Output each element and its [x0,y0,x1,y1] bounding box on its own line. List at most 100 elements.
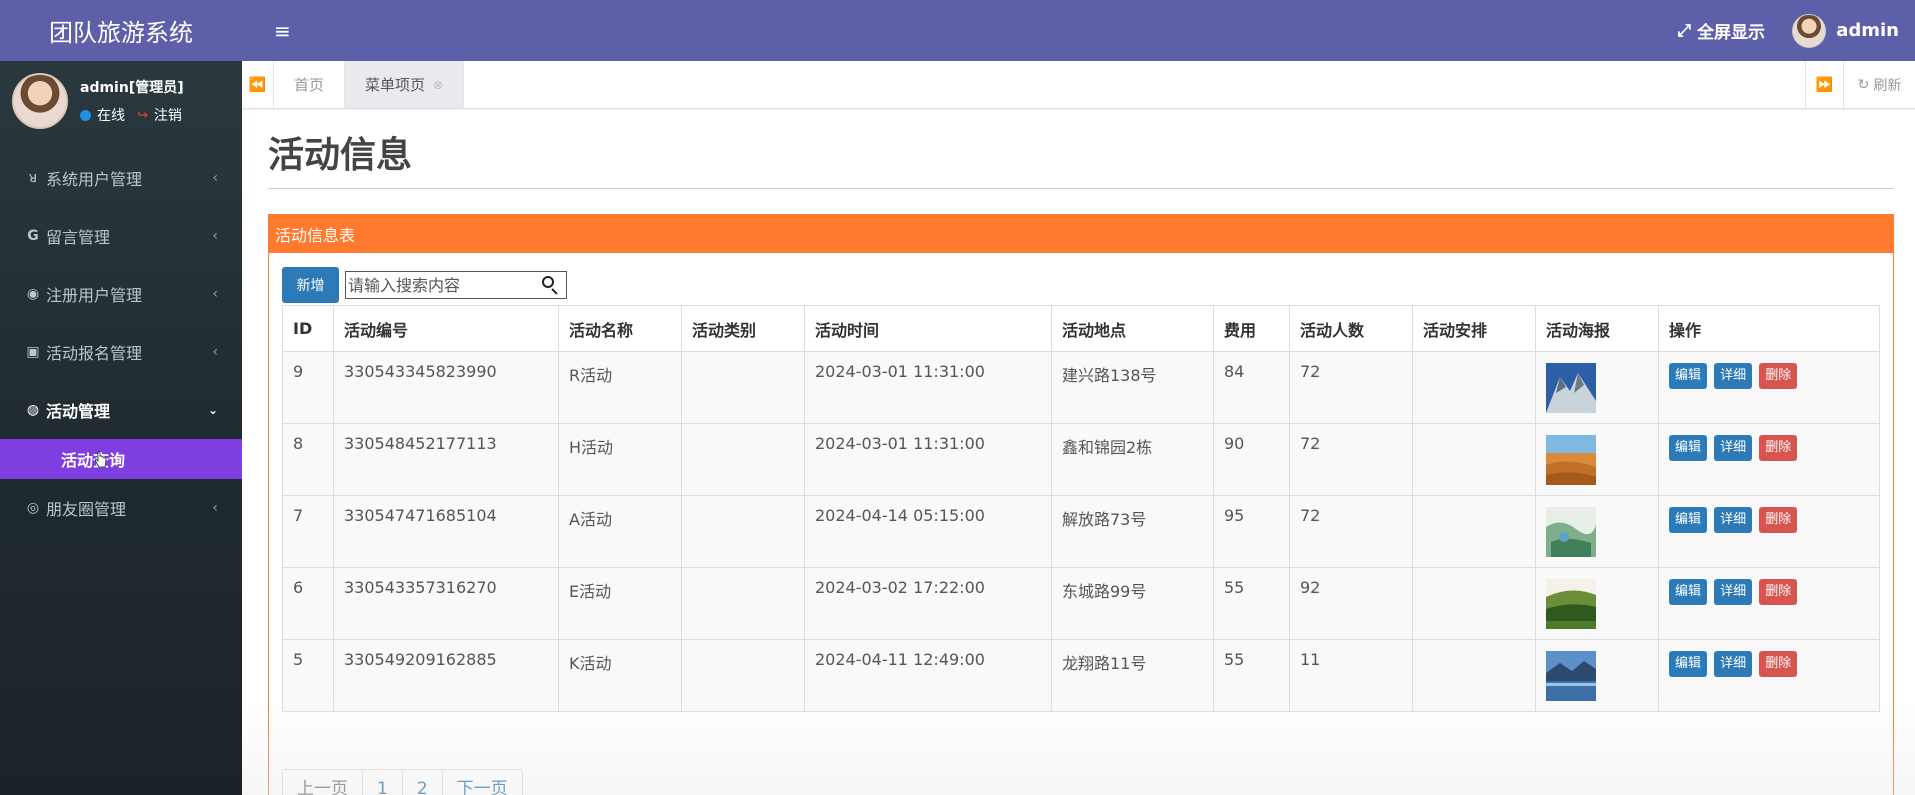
col-code[interactable]: 活动编号 [333,305,559,352]
cell-category [681,495,805,568]
tab-menu-page[interactable]: 菜单项页 ⊗ [345,61,465,108]
main-content: 活动信息 活动信息表 新增 ID 活动编号 活动名称 活动类别 活动时间 活动地… [242,110,1915,795]
page-button[interactable]: 2 [402,770,443,795]
col-arrangement[interactable]: 活动安排 [1412,305,1536,352]
page-button[interactable]: 1 [363,770,403,795]
detail-button[interactable]: 详细 [1714,507,1753,533]
cell-id: 7 [282,495,334,568]
tab-label: 菜单项页 [365,76,426,94]
user-panel: admin[管理员] 在线 ↪ 注销 [0,61,242,141]
top-user-menu[interactable]: admin [1792,13,1899,48]
cell-category [681,639,805,712]
prev-page-button[interactable]: 上一页 [283,770,363,795]
cell-id: 9 [282,351,334,424]
cell-time: 2024-03-02 17:22:00 [804,567,1052,640]
reddit-icon: ◉ [26,286,40,302]
detail-button[interactable]: 详细 [1714,579,1753,605]
cell-time: 2024-04-14 05:15:00 [804,495,1052,568]
cell-category [681,351,805,424]
top-user-name: admin [1836,20,1899,41]
edit-button[interactable]: 编辑 [1669,363,1708,389]
search-icon[interactable] [540,274,562,296]
cell-code: 330543357316270 [333,567,559,640]
chevron-left-icon: ‹ [212,500,218,516]
sidebar-item-activities[interactable]: ◍ 活动管理 ⌄ [0,381,242,439]
cell-name: H活动 [558,423,682,496]
dribbble-icon: ◎ [26,500,40,516]
sidebar-item-messages[interactable]: G 留言管理 ‹ [0,207,242,265]
fullscreen-label: 全屏显示 [1697,23,1765,43]
delete-button[interactable]: 删除 [1759,363,1798,389]
add-button[interactable]: 新增 [282,267,339,303]
detail-button[interactable]: 详细 [1714,651,1753,677]
avatar [12,73,68,129]
online-status: 在线 [97,108,125,124]
fullscreen-button[interactable]: ⤢ 全屏显示 [1677,18,1765,44]
col-id[interactable]: ID [282,305,334,352]
search-input[interactable] [348,275,538,295]
tab-home[interactable]: 首页 [274,61,346,108]
col-name[interactable]: 活动名称 [558,305,682,352]
col-poster[interactable]: 活动海报 [1535,305,1659,352]
poster-thumbnail[interactable] [1546,435,1596,485]
table-toolbar: 新增 [282,267,567,303]
sidebar-item-signups[interactable]: ▣ 活动报名管理 ‹ [0,323,242,381]
table-row: 6 330543357316270 E活动 2024-03-02 17:22:0… [282,567,1880,640]
sidebar-item-registered-users[interactable]: ◉ 注册用户管理 ‹ [0,265,242,323]
sidebar-item-moments[interactable]: ◎ 朋友圈管理 ‹ [0,479,242,537]
close-icon[interactable]: ⊗ [433,78,443,92]
cell-people: 72 [1289,351,1413,424]
delete-button[interactable]: 删除 [1759,507,1798,533]
compass-icon: ◍ [26,402,40,418]
col-time[interactable]: 活动时间 [804,305,1052,352]
cell-arrangement [1412,567,1536,640]
cell-code: 330549209162885 [333,639,559,712]
pagination: 上一页 1 2 下一页 [282,769,523,795]
table-row: 5 330549209162885 K活动 2024-04-11 12:49:0… [282,639,1880,712]
delete-button[interactable]: 删除 [1759,579,1798,605]
poster-thumbnail[interactable] [1546,363,1596,413]
cell-time: 2024-04-11 12:49:00 [804,639,1052,712]
col-fee[interactable]: 费用 [1213,305,1290,352]
detail-button[interactable]: 详细 [1714,435,1753,461]
cell-arrangement [1412,423,1536,496]
col-people[interactable]: 活动人数 [1289,305,1413,352]
next-page-button[interactable]: 下一页 [442,770,522,795]
cell-poster [1535,567,1659,640]
sidebar-subitem-activity-query[interactable]: 活动查询 [0,439,242,479]
cell-actions: 编辑 详细 删除 [1658,423,1880,496]
poster-thumbnail[interactable] [1546,651,1596,701]
tabs-scroll-right-button[interactable]: ⏩ [1805,61,1843,109]
hand-cursor-icon [95,451,107,468]
page-title: 活动信息 [268,135,413,176]
delete-button[interactable]: 删除 [1759,435,1798,461]
cell-name: A活动 [558,495,682,568]
cell-people: 72 [1289,423,1413,496]
col-place[interactable]: 活动地点 [1051,305,1214,352]
logout-link[interactable]: 注销 [154,105,182,125]
app-title: 团队旅游系统 [0,0,242,61]
cell-category [681,567,805,640]
refresh-button[interactable]: ↻ 刷新 [1843,61,1915,109]
delete-button[interactable]: 删除 [1759,651,1798,677]
menu-toggle-icon[interactable]: ≡ [274,19,291,43]
cell-actions: 编辑 详细 删除 [1658,567,1880,640]
tabs-scroll-left-button[interactable]: ⏪ [242,61,274,108]
sidebar-item-label: 系统用户管理 [46,170,143,189]
edit-button[interactable]: 编辑 [1669,435,1708,461]
cell-place: 建兴路138号 [1051,351,1214,424]
edit-button[interactable]: 编辑 [1669,651,1708,677]
edit-button[interactable]: 编辑 [1669,579,1708,605]
detail-button[interactable]: 详细 [1714,363,1753,389]
edit-button[interactable]: 编辑 [1669,507,1708,533]
sidebar-item-system-users[interactable]: ᴚ 系统用户管理 ‹ [0,149,242,207]
cell-place: 鑫和锦园2栋 [1051,423,1214,496]
cell-code: 330543345823990 [333,351,559,424]
logout-icon[interactable]: ↪ [137,108,148,123]
poster-thumbnail[interactable] [1546,507,1596,557]
cell-actions: 编辑 详细 删除 [1658,351,1880,424]
cell-people: 92 [1289,567,1413,640]
col-category[interactable]: 活动类别 [681,305,805,352]
poster-thumbnail[interactable] [1546,579,1596,629]
avatar [1792,13,1827,48]
